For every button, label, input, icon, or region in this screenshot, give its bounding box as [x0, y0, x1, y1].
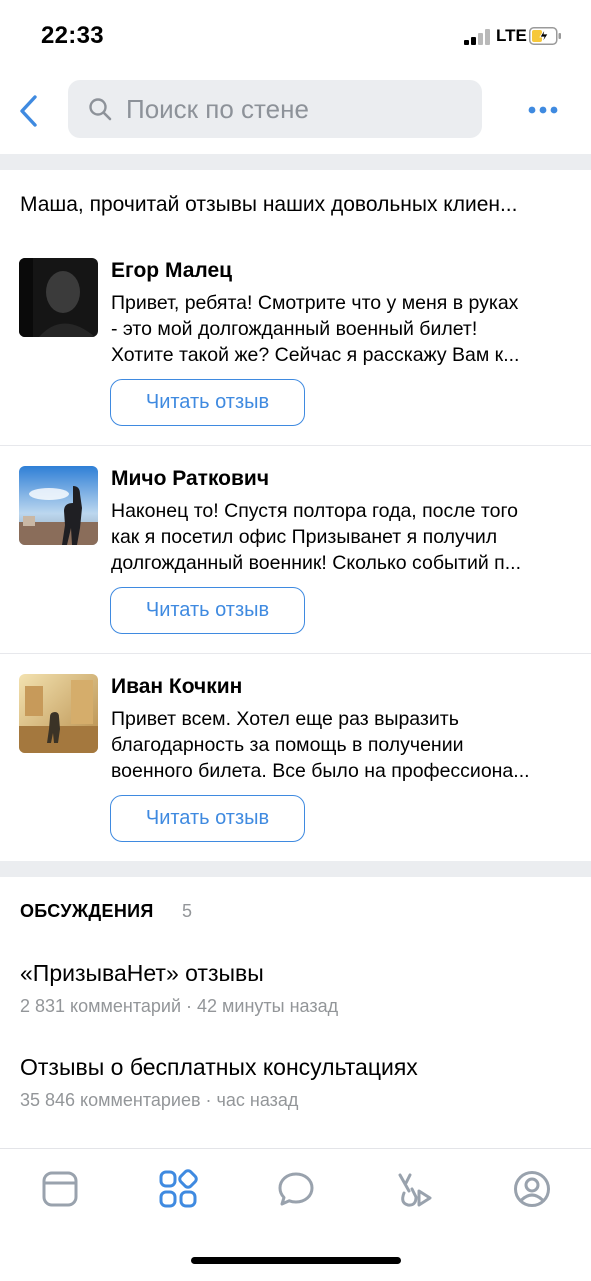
search-field[interactable] [68, 80, 482, 138]
topic-title: «ПризываНет» отзывы [20, 960, 264, 986]
messages-icon[interactable] [276, 1169, 316, 1209]
discussion-topic[interactable]: «ПризываНет» отзывы 2 831 комментарий · … [20, 960, 580, 1017]
news-icon[interactable] [40, 1169, 80, 1209]
services-icon[interactable] [158, 1169, 198, 1209]
more-icon[interactable] [520, 100, 564, 120]
topic-meta: 35 846 комментариев · час назад [20, 1090, 299, 1110]
review-text-line: - это мой долгожданный военный билет! [111, 318, 478, 340]
section-divider [0, 154, 591, 170]
avatar[interactable] [19, 674, 98, 753]
topic-meta: 2 831 комментарий · 42 минуты назад [20, 996, 339, 1016]
discussions-heading[interactable]: ОБСУЖДЕНИЯ [20, 901, 154, 922]
status-bar: 22:33 LTE [0, 0, 591, 70]
review-text-line: Привет, ребята! Смотрите что у меня в ру… [111, 292, 519, 314]
divider [0, 445, 591, 446]
discussion-topic[interactable]: Отзывы о бесплатных консультациях 35 846… [20, 1054, 580, 1111]
review-text-line: военного билета. Все было на профессиона… [111, 760, 530, 782]
status-time: 22:33 [41, 22, 104, 49]
read-review-button[interactable]: Читать отзыв [110, 379, 305, 426]
read-review-button[interactable]: Читать отзыв [110, 795, 305, 842]
review-text: Привет, ребята! Смотрите что у меня в ру… [111, 290, 571, 368]
section-divider [0, 861, 591, 877]
review-text-line: долгожданный военник! Сколько событий п.… [111, 552, 521, 574]
pinned-post-text[interactable]: Маша, прочитай отзывы наших довольных кл… [20, 193, 575, 217]
avatar[interactable] [19, 466, 98, 545]
review-text-line: Наконец то! Спустя полтора года, после т… [111, 500, 519, 522]
network-type: LTE [496, 26, 527, 45]
avatar[interactable] [19, 258, 98, 337]
review-text-line: благодарность за помощь в получении [111, 734, 464, 756]
back-chevron-icon[interactable] [16, 94, 42, 128]
review-text-line: как я посетил офис Призыванет я получил [111, 526, 498, 548]
read-review-button[interactable]: Читать отзыв [110, 587, 305, 634]
discussions-count: 5 [182, 901, 193, 921]
search-input[interactable] [126, 80, 466, 138]
signal-icon [464, 29, 494, 45]
review-text-line: Хотите такой же? Сейчас я расскажу Вам к… [111, 344, 520, 366]
review-text: Привет всем. Хотел еще раз выразить благ… [111, 706, 571, 784]
reviewer-name[interactable]: Иван Кочкин [111, 675, 242, 699]
profile-icon[interactable] [512, 1169, 552, 1209]
topic-title: Отзывы о бесплатных консультациях [20, 1054, 418, 1080]
clips-icon[interactable] [394, 1169, 434, 1209]
header [0, 70, 591, 154]
home-indicator[interactable] [191, 1257, 401, 1264]
reviewer-name[interactable]: Егор Малец [111, 259, 232, 283]
reviewer-name[interactable]: Мичо Раткович [111, 467, 269, 491]
review-text: Наконец то! Спустя полтора года, после т… [111, 498, 571, 576]
divider [0, 653, 591, 654]
battery-charging-icon [529, 27, 561, 45]
search-icon [89, 98, 112, 121]
review-text-line: Привет всем. Хотел еще раз выразить [111, 708, 459, 730]
